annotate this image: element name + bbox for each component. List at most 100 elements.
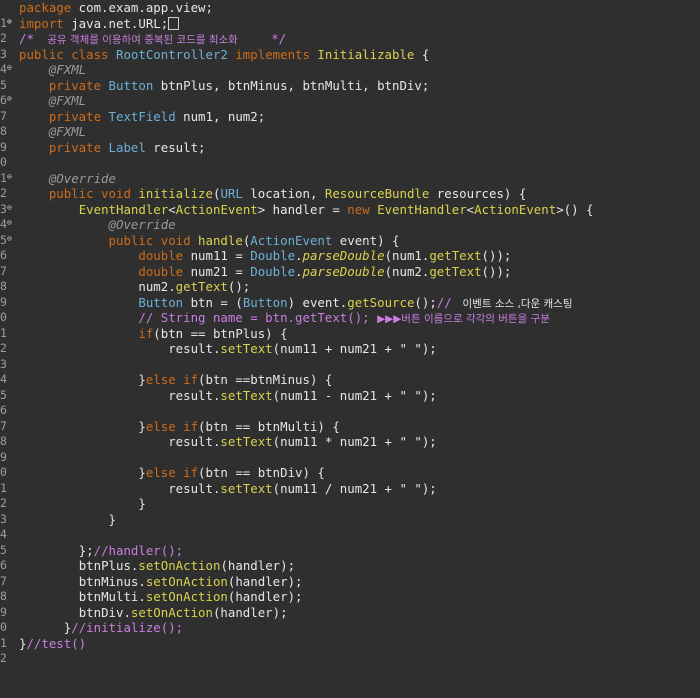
code-line-34[interactable]: 4 }: [0, 512, 700, 542]
comment: //: [436, 294, 460, 310]
fold-collapse-icon[interactable]: ⊖: [7, 217, 12, 229]
code-text: (num11 * num21 + " ");: [272, 434, 437, 449]
collapsed-imports-icon[interactable]: [168, 16, 180, 30]
code-line-15[interactable]: 5 ⊖ @Override: [0, 217, 700, 247]
type-name: URL: [220, 186, 243, 201]
keyword: public void: [48, 186, 131, 201]
code-line-12[interactable]: 2 ⊖ @Override: [0, 170, 700, 201]
code-line-30[interactable]: 0: [0, 450, 700, 479]
class-name: RootController2: [108, 46, 228, 62]
code-line-40[interactable]: 0 btnDiv.setOnAction(handler);: [0, 604, 700, 635]
code-line-1[interactable]: 1 package com.exam.app.view;: [0, 0, 700, 30]
comment: */: [271, 31, 287, 46]
code-line-14[interactable]: 4 ⊖ EventHandler<ActionEvent> handler = …: [0, 201, 700, 232]
code-text: event) {: [332, 232, 400, 248]
keyword: public class: [19, 46, 109, 62]
type-name: EventHandler: [78, 201, 169, 217]
fold-expand-icon[interactable]: ⊕: [7, 16, 12, 28]
annotation: @FXML: [48, 93, 87, 108]
code-text: (num2.: [384, 263, 430, 279]
fold-collapse-icon[interactable]: ⊖: [7, 233, 12, 245]
code-line-36[interactable]: 6 };//handler();: [0, 542, 700, 573]
code-line-20[interactable]: 0 Button btn = (Button) event.getSource(…: [0, 294, 700, 325]
method-name: getText: [429, 263, 482, 279]
code-line-22[interactable]: 2 if(btn == btnPlus) {: [0, 325, 700, 356]
code-line-24[interactable]: 4: [0, 357, 700, 386]
code-text: ());: [481, 263, 512, 279]
keyword: public void: [108, 232, 191, 248]
code-line-4[interactable]: 4 public class RootController2 implement…: [0, 46, 700, 77]
keyword: private: [48, 77, 102, 93]
code-line-37[interactable]: 7 btnPlus.setOnAction(handler);: [0, 558, 700, 588]
code-text: result;: [145, 139, 206, 155]
code-text: btnDiv.: [78, 604, 131, 620]
code-line-16[interactable]: 6 ⊖ public void handle(ActionEvent event…: [0, 232, 700, 263]
code-line-5[interactable]: 5 ⊖ @FXML: [0, 62, 700, 92]
code-line-38[interactable]: 8 btnMinus.setOnAction(handler);: [0, 573, 700, 604]
comment: //test(): [26, 635, 87, 651]
code-text: (btn == btnPlus) {: [153, 325, 288, 341]
line-number: 2: [0, 651, 7, 665]
type-name: TextField: [101, 108, 176, 124]
code-text: result.: [168, 341, 221, 356]
method-name: setOnAction: [138, 558, 221, 573]
code-text: }: [138, 372, 146, 387]
method-name: getSource: [347, 294, 415, 310]
code-text: result.: [168, 480, 221, 496]
code-text: };: [78, 542, 94, 558]
code-line-13[interactable]: 3 public void initialize(URL location, R…: [0, 186, 700, 216]
code-text: ());: [481, 248, 512, 263]
fold-collapse-icon[interactable]: ⊖: [7, 202, 12, 214]
comment: /*: [19, 31, 34, 46]
code-text: java.net.URL;: [63, 15, 169, 31]
code-text: btn = (: [183, 294, 243, 310]
code-text: location,: [242, 186, 325, 201]
interface-name: Initializable: [309, 46, 415, 62]
code-line-9[interactable]: 9 @FXML: [0, 124, 700, 154]
code-line-35[interactable]: 5: [0, 527, 700, 557]
code-text: }: [138, 496, 146, 511]
type-name: Label: [101, 139, 146, 155]
code-line-42[interactable]: 2 }//test(): [0, 635, 700, 666]
fold-collapse-icon[interactable]: ⊖: [7, 171, 12, 183]
code-line-19[interactable]: 9 num2.getText();: [0, 279, 700, 309]
code-line-25[interactable]: 5 }else if(btn ==btnMinus) {: [0, 372, 700, 402]
code-line-11[interactable]: 1: [0, 155, 700, 185]
code-text: (num11 - num21 + " ");: [272, 387, 437, 403]
code-line-18[interactable]: 8 double num21 = Double.parseDouble(num2…: [0, 263, 700, 294]
keyword: private: [48, 108, 102, 124]
code-line-29[interactable]: 9 result.setText(num11 * num21 + " ");: [0, 434, 700, 464]
code-line-41[interactable]: 1 }//initialize();: [0, 620, 700, 650]
code-line-7[interactable]: 7 ⊖ @FXML: [0, 93, 700, 123]
comment-korean: 이벤트 소스 ,다운 캐스팅: [459, 297, 573, 310]
code-text: btnPlus.: [78, 558, 139, 573]
code-line-39[interactable]: 9 btnMulti.setOnAction(handler);: [0, 589, 700, 619]
code-line-31[interactable]: 1 }else if(btn == btnDiv) {: [0, 465, 700, 495]
annotation: @Override: [48, 170, 116, 186]
method-name: setOnAction: [145, 573, 228, 589]
code-line-3[interactable]: 3 /* 공유 객체를 이용하여 중복된 코드를 최소화 */: [0, 31, 700, 61]
code-text: <: [168, 201, 176, 217]
code-line-8[interactable]: 8 private TextField num1, num2;: [0, 108, 700, 139]
code-line-17[interactable]: 7 double num11 = Double.parseDouble(num1…: [0, 248, 700, 278]
fold-collapse-icon[interactable]: ⊖: [7, 93, 12, 105]
code-line-27[interactable]: 7: [0, 403, 700, 433]
code-line-32[interactable]: 2 result.setText(num11 / num21 + " ");: [0, 480, 700, 511]
code-line-6[interactable]: 6 private Button btnPlus, btnMinus, btnM…: [0, 77, 700, 108]
code-line-10[interactable]: 0 private Label result;: [0, 139, 700, 170]
code-line-26[interactable]: 6 result.setText(num11 - num21 + " ");: [0, 387, 700, 418]
method-name: parseDouble: [302, 248, 385, 263]
code-line-23[interactable]: 3 result.setText(num11 + num21 + " ");: [0, 341, 700, 371]
keyword: package: [19, 0, 72, 15]
code-text: num11 =: [183, 248, 251, 263]
code-line-33[interactable]: 3 }: [0, 496, 700, 526]
code-editor[interactable]: 1 package com.exam.app.view; 2 ⊕ import …: [0, 0, 700, 666]
code-line-2[interactable]: 2 ⊕ import java.net.URL;: [0, 15, 700, 45]
fold-collapse-icon[interactable]: ⊖: [7, 62, 12, 74]
annotation: @FXML: [48, 124, 87, 139]
keyword: double: [138, 263, 184, 279]
type-name: Button: [138, 294, 184, 310]
code-text: (handler);: [227, 589, 303, 604]
code-line-28[interactable]: 8 }else if(btn == btnMulti) {: [0, 419, 700, 449]
code-line-21[interactable]: 1 // String name = btn.getText(); ▶▶▶버튼 …: [0, 310, 700, 340]
